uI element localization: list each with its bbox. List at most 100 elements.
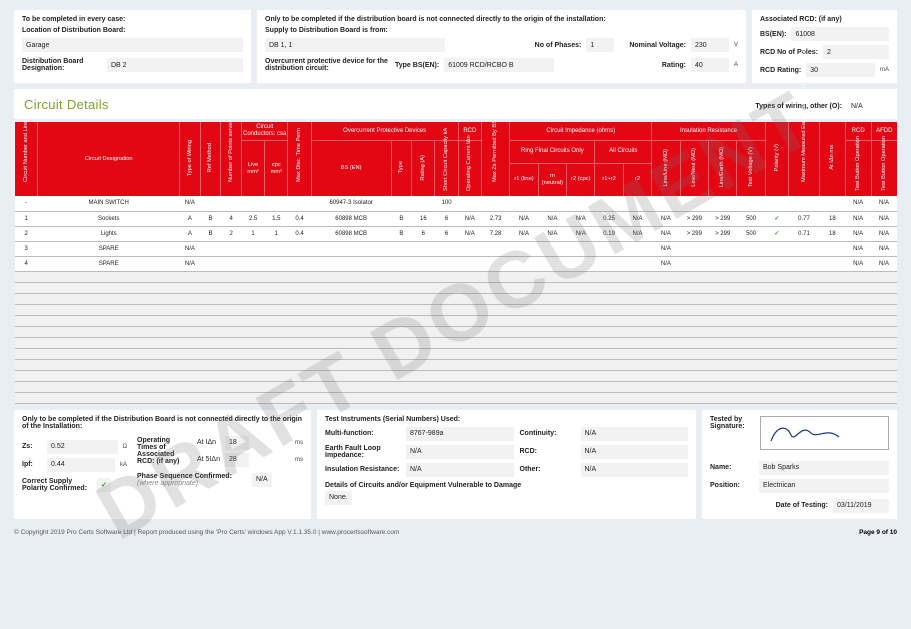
panel-supply: Only to be completed if the distribution… [257, 10, 746, 83]
nomv-label: Nominal Voltage: [629, 42, 686, 49]
cell-rn [538, 196, 566, 211]
h-cdesig: Circuit Designation [38, 122, 180, 197]
h-cio: Circuit Impedance (ohms) [510, 122, 652, 141]
cell-r2: N/A [623, 211, 651, 226]
page-number: Page 9 of 10 [859, 529, 897, 536]
h-r2: r2 [623, 163, 651, 196]
date-value: 03/11/2019 [833, 499, 889, 513]
cell-rm: B [200, 226, 221, 241]
cell-r1l [510, 256, 538, 271]
h-tbo2: Test Button Operation [881, 143, 888, 191]
cell-tow: N/A [180, 241, 201, 256]
cell-le: > 299 [709, 226, 737, 241]
h-mdtp: Max Disc. Time Perm [296, 134, 303, 182]
cell-cpc: 1 [265, 226, 288, 241]
phases-value: 1 [586, 38, 614, 52]
ir-label: Insulation Resistance: [325, 466, 400, 473]
wiring-other-value: N/A [847, 99, 887, 113]
cell-oci: N/A [458, 211, 481, 226]
h-ll: Line/Line (MΩ) [663, 149, 670, 186]
panel-rcd: Associated RCD: (if any) BS(EN):61008 RC… [752, 10, 897, 83]
signature-box [760, 416, 889, 450]
rating-value: 40 [691, 58, 729, 72]
supply-from-value: DB 1, 1 [265, 38, 445, 52]
cell-le [709, 256, 737, 271]
cell-r2 [623, 256, 651, 271]
cell-live [241, 241, 264, 256]
h-bsen: BS (EN) [311, 141, 391, 196]
cell-bs: 60898 MCB [311, 211, 391, 226]
h-ac: All Circuits [595, 141, 652, 163]
bsen-label: BS(EN): [760, 31, 786, 38]
cell-rm [200, 256, 221, 271]
cell-pol [765, 196, 788, 211]
cell-r1l: N/A [510, 226, 538, 241]
cell-live: 1 [241, 226, 264, 241]
panel-location-heading: To be completed in every case: [22, 16, 243, 23]
cell-d: SPARE [38, 256, 180, 271]
h-tbo: Test Button Operation [855, 143, 862, 191]
cell-mem [789, 241, 820, 256]
cell-cpc [265, 196, 288, 211]
cell-mdt: 0.4 [288, 226, 311, 241]
cell-rm: B [200, 211, 221, 226]
typebs-value: 61009 RCD/RCBO B [444, 58, 554, 72]
cell-tv: 500 [737, 211, 765, 226]
h-type: Type [398, 161, 405, 173]
cell-np [221, 256, 242, 271]
cell-t [391, 196, 412, 211]
cell-np [221, 241, 242, 256]
cell-rm [200, 241, 221, 256]
title-bar: Circuit Details Types of wiring, other (… [14, 89, 897, 119]
cell-r1r2 [595, 196, 623, 211]
cell-atidn: 18 [819, 226, 845, 241]
cell-mzp: 7.28 [481, 226, 509, 241]
table-row-empty [15, 326, 898, 337]
h-scc: Short Circuit Capacity kA [443, 143, 450, 191]
cell-d: Sockets [38, 211, 180, 226]
at5idn-value: 28 [225, 453, 249, 467]
csp-label: Correct Supply Polarity Confirmed: [22, 478, 92, 492]
h-pol: Polarity (√) [774, 144, 781, 171]
cell-ll [652, 196, 680, 211]
cell-cpc: 1.5 [265, 211, 288, 226]
page-title: Circuit Details [24, 97, 109, 112]
rating-unit: A [734, 62, 738, 68]
table-row: 3SPAREN/AN/AN/AN/A [15, 241, 898, 256]
cell-ra [412, 196, 435, 211]
mf-value: 8767-989a [406, 427, 514, 441]
cell-mdt [288, 196, 311, 211]
rcdrating-unit: mA [880, 67, 889, 73]
ipf-label: Ipf: [22, 461, 42, 468]
cell-t: B [391, 211, 412, 226]
cell-mdt: 0.4 [288, 211, 311, 226]
bsen-value: 61008 [791, 27, 889, 41]
cell-mem: 0.71 [789, 226, 820, 241]
cell-r1r2: 0.25 [595, 211, 623, 226]
cell-r2c: N/A [567, 211, 595, 226]
zs-value: 0.52 [47, 440, 118, 454]
zs-unit: Ω [123, 444, 128, 450]
atidn-unit: ms [295, 440, 303, 446]
h-cnl: Circuit Number and Line [23, 134, 30, 182]
ocpd-label: Overcurrent protective device for the di… [265, 58, 390, 72]
cell-mem [789, 256, 820, 271]
cell-mzp [481, 256, 509, 271]
cell-d: Lights [38, 226, 180, 241]
cell-ln [680, 256, 708, 271]
supply-from-label: Supply to Distribution Board is from: [265, 27, 738, 34]
cell-r1r2 [595, 256, 623, 271]
cell-scc: 6 [435, 211, 458, 226]
cell-mzp [481, 196, 509, 211]
table-row-empty [15, 392, 898, 403]
cell-np: 2 [221, 226, 242, 241]
panel-location: To be completed in every case: Location … [14, 10, 251, 83]
cell-bs [311, 256, 391, 271]
cell-rcd: N/A [845, 211, 871, 226]
bl-heading: Only to be completed if the Distribution… [22, 416, 303, 430]
cell-r1l [510, 241, 538, 256]
table-row: -MAIN SWITCHN/A60947-3 Isolator100N/AN/A [15, 196, 898, 211]
cell-ra [412, 256, 435, 271]
cell-cpc [265, 241, 288, 256]
cell-d: SPARE [38, 241, 180, 256]
